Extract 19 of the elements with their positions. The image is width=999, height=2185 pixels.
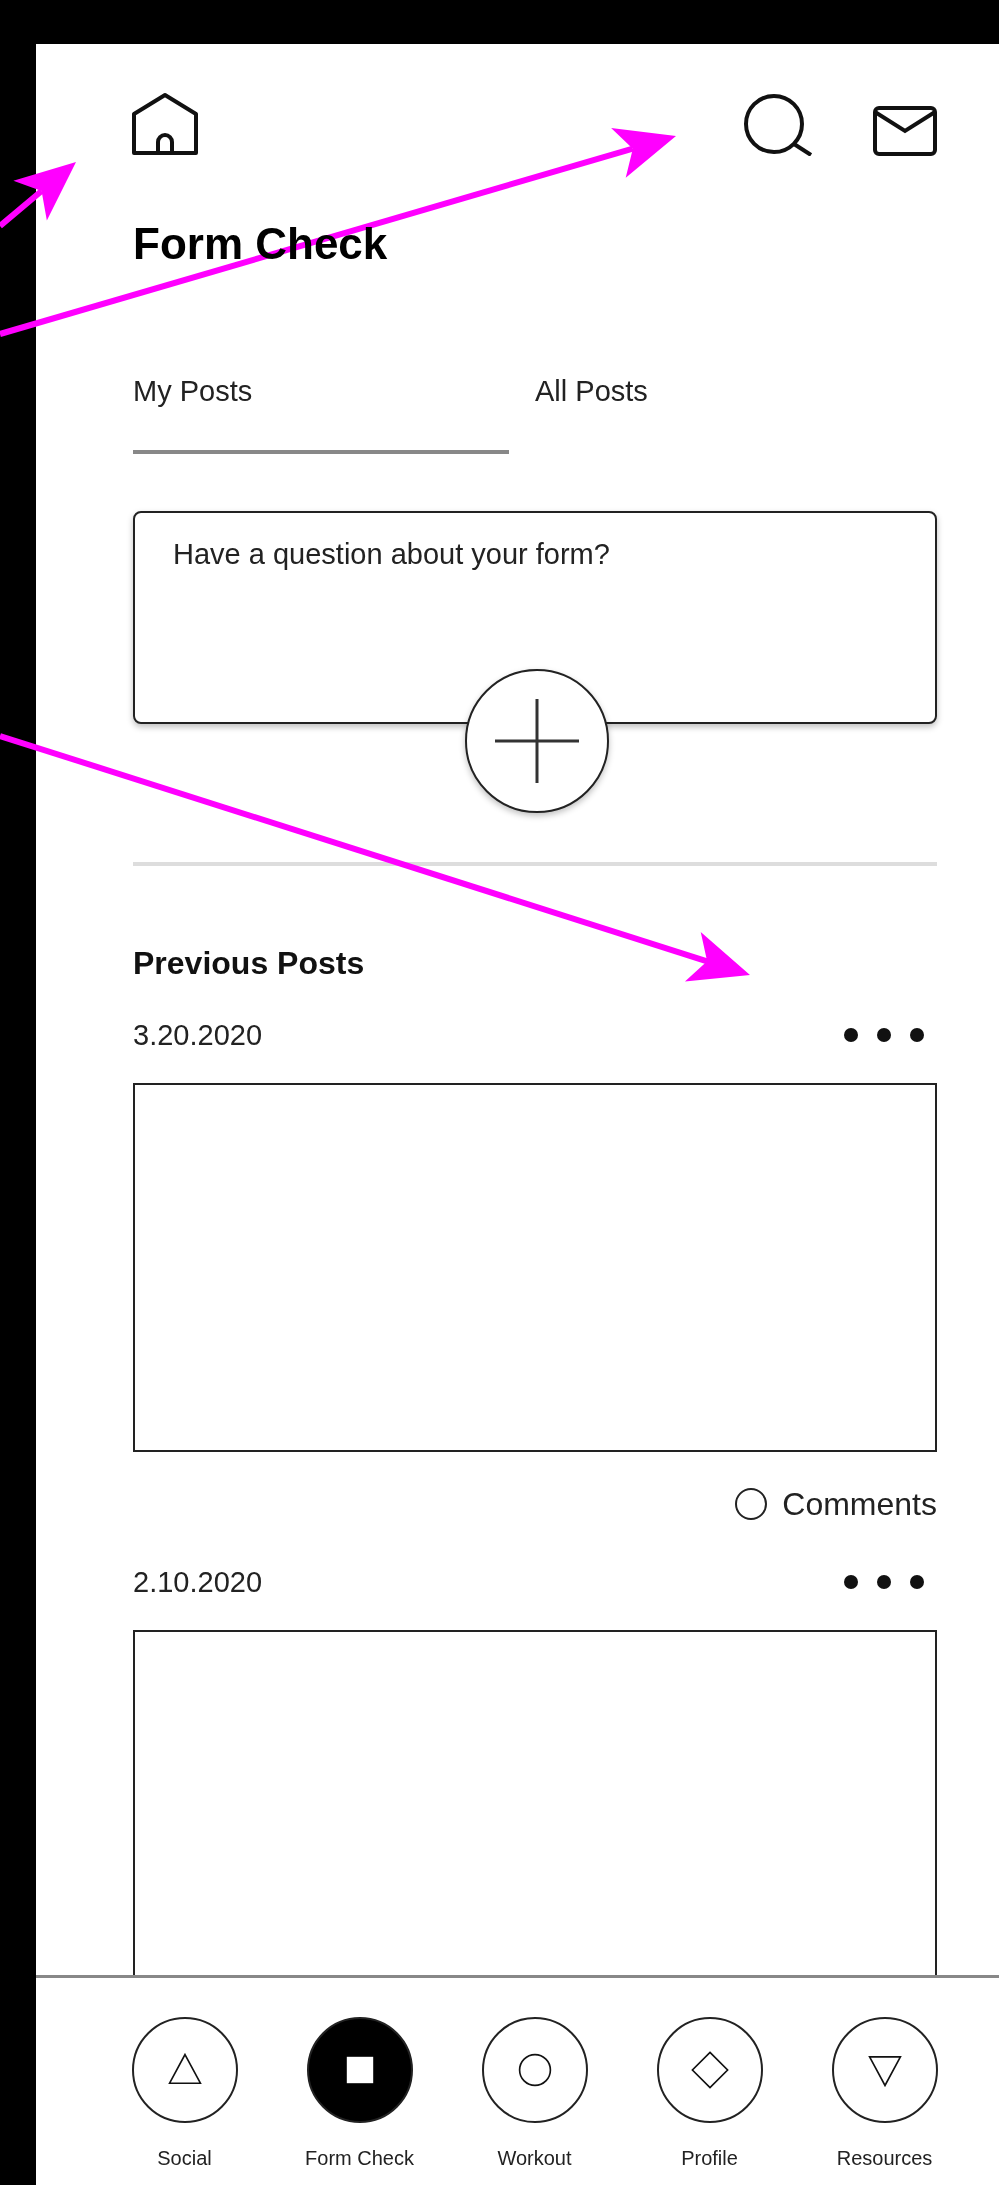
nav-item[interactable]: Profile [622, 2017, 797, 2185]
comments-button[interactable]: Comments [734, 1481, 937, 1526]
post-date: 2.10.2020 [133, 1564, 262, 1600]
nav-item[interactable]: Workout [447, 2017, 622, 2185]
circle-icon [734, 1486, 769, 1521]
mail-icon[interactable] [873, 106, 937, 156]
home-icon[interactable] [131, 92, 199, 156]
nav-item[interactable]: Form Check [272, 2017, 447, 2185]
plus-icon [495, 698, 579, 783]
post-date: 3.20.2020 [133, 1017, 262, 1053]
section-title: Previous Posts [133, 943, 366, 983]
tab[interactable]: My Posts [133, 370, 509, 454]
more-icon[interactable] [843, 1026, 925, 1043]
tab[interactable]: All Posts [535, 370, 911, 454]
nav-item[interactable]: Social [97, 2017, 272, 2185]
more-icon[interactable] [843, 1573, 925, 1590]
search-icon[interactable] [741, 92, 815, 156]
nav-item[interactable]: Resources [797, 2017, 972, 2185]
question-field[interactable]: Have a question about your form? [133, 510, 937, 724]
